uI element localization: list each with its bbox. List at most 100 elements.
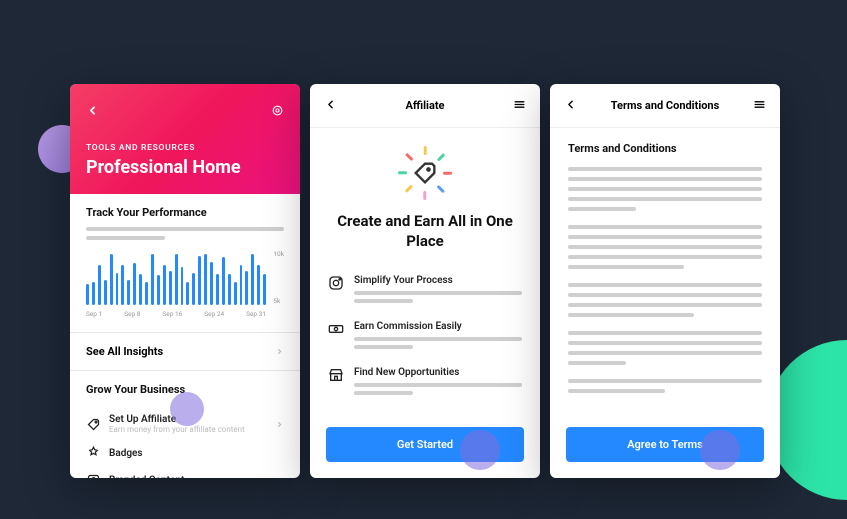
feature-title: Find New Opportunities [354,367,522,378]
header-title: Terms and Conditions [611,99,720,112]
skeleton-line [568,313,694,317]
chart-bar [210,262,213,305]
chart-bar [240,265,243,305]
chart-x-label: Sep 24 [204,310,224,318]
cta-label: Agree to Terms [627,438,703,451]
chart-bar [157,275,160,305]
skeleton-line [568,361,626,365]
skeleton-line [568,303,762,307]
terms-paragraph [568,225,762,269]
chart-x-label: Sep 8 [124,310,140,318]
skeleton-line [568,255,762,259]
chevron-right-icon [275,420,284,429]
menu-icon[interactable] [513,96,526,115]
screen-professional-home: TOOLS AND RESOURCES Professional Home Tr… [70,84,300,478]
back-icon[interactable] [324,96,337,115]
skeleton-line [354,299,413,303]
screen-terms: Terms and Conditions Terms and Condition… [550,84,780,478]
chart-x-label: Sep 16 [162,310,182,318]
section-title: Track Your Performance [86,206,284,219]
chevron-right-icon [275,347,284,356]
skeleton-line [568,177,762,181]
header-title: Affiliate [406,99,445,112]
chart-x-label: Sep 1 [86,310,102,318]
chart-bar [121,265,124,305]
terms-paragraph [568,167,762,211]
header-subtitle: TOOLS AND RESOURCES [86,143,284,153]
chart-bar [127,280,130,305]
chart-bar [228,274,231,305]
skeleton-line [568,265,684,269]
chart-bar [263,274,266,305]
skeleton-line [354,391,413,395]
branded-content-item[interactable]: Branded Content [70,467,300,478]
skeleton-line [86,227,284,231]
shop-icon [328,367,344,383]
chart-bar [92,282,95,305]
skeleton-line [354,383,522,387]
skeleton-line [568,197,762,201]
chart-bar [139,274,142,305]
skeleton-line [568,225,762,229]
menu-icon[interactable] [753,96,766,115]
chart-bar [222,257,225,305]
feature-commission: Earn Commission Easily [328,321,522,353]
chart-bar [110,254,113,305]
chart-bar [204,254,207,305]
skeleton-line [568,235,762,239]
cta-label: Get Started [397,438,453,451]
chart-bar [116,273,119,305]
highlight-indicator [170,392,204,426]
feature-opportunities: Find New Opportunities [328,367,522,399]
chart-bar [163,265,166,305]
chart-bar [104,280,107,305]
skeleton-line [354,345,413,349]
chart-bar [175,254,178,305]
see-all-label: See All Insights [86,345,163,358]
skeleton-line [86,236,165,240]
feature-simplify: Simplify Your Process [328,275,522,307]
person-icon [86,473,101,478]
header-title: Professional Home [86,157,284,178]
back-icon[interactable] [564,96,577,115]
chart-bar [192,273,195,305]
chart-bar [151,254,154,305]
track-performance-section: Track Your Performance 10k 5k Sep 1Sep 8… [70,194,300,333]
terms-title: Terms and Conditions [568,142,762,155]
badges-item[interactable]: Badges [70,440,300,467]
chart-bar [216,274,219,305]
skeleton-line [568,207,636,211]
settings-icon[interactable] [271,102,284,121]
chart-bar [251,254,254,305]
chart-bar [169,271,172,305]
chart-bar [198,256,201,306]
terms-paragraph [568,379,762,393]
instagram-icon [328,275,344,291]
bar-chart: 10k 5k Sep 1Sep 8Sep 16Sep 24Sep 31 [86,250,284,320]
gradient-header: TOOLS AND RESOURCES Professional Home [70,84,300,194]
chart-bar [145,282,148,305]
skeleton-line [568,331,762,335]
skeleton-line [568,245,762,249]
skeleton-line [568,351,762,355]
chart-bar [234,282,237,305]
skeleton-line [568,389,665,393]
chart-bar [133,263,136,305]
highlight-indicator [460,430,500,470]
terms-paragraph [568,331,762,365]
skeleton-line [354,291,522,295]
chart-x-label: Sep 31 [246,310,266,318]
sparkle-icon [398,146,452,200]
terms-paragraph [568,283,762,317]
feature-title: Simplify Your Process [354,275,522,286]
see-all-insights[interactable]: See All Insights [70,333,300,371]
skeleton-line [568,341,762,345]
skeleton-line [354,337,522,341]
chart-bar [257,265,260,305]
back-icon[interactable] [86,102,99,121]
chart-bar [98,265,101,305]
money-icon [328,321,344,337]
feature-title: Earn Commission Easily [354,321,522,332]
highlight-indicator [700,430,740,470]
chart-bar [181,267,184,306]
